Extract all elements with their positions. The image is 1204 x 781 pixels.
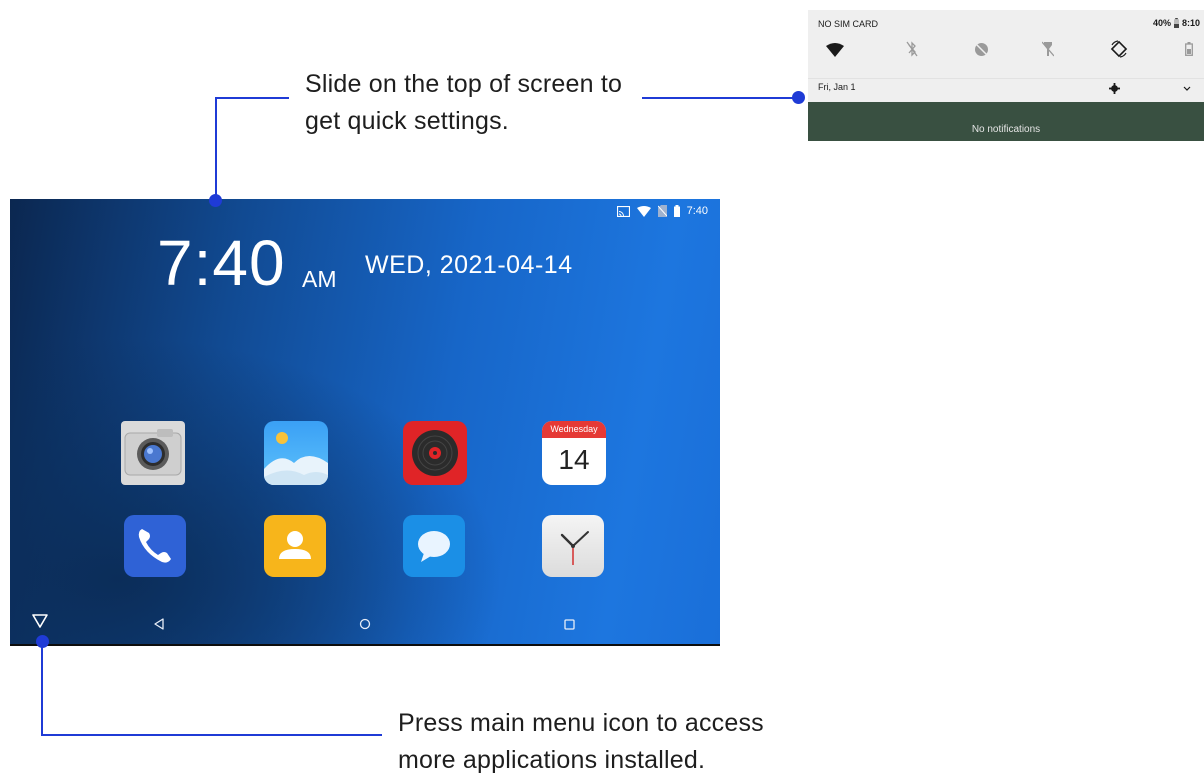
app-drawer-icon[interactable] [32, 614, 48, 633]
connector-dot-right [792, 91, 805, 104]
carrier-label: NO SIM CARD [818, 19, 879, 29]
tablet-home-screen: 7:40 7:40 AM WED, 2021-04-14 Wednesday 1… [10, 199, 720, 646]
qs-date: Fri, Jan 1 [818, 82, 856, 92]
notification-area: No notifications [808, 102, 1204, 141]
bluetooth-off-icon[interactable] [906, 41, 918, 57]
qs-date-bar: Fri, Jan 1 [808, 78, 1204, 103]
clock-time: 7:40 [157, 227, 286, 299]
connector-bottom-vertical [41, 643, 43, 736]
camera-app-icon[interactable] [121, 421, 185, 485]
connector-top-vertical [215, 97, 217, 201]
home-icon[interactable] [359, 617, 371, 635]
top-callout-line2: get quick settings. [305, 107, 509, 135]
wifi-icon [636, 205, 651, 217]
contacts-app-icon[interactable] [264, 515, 326, 577]
clock-ampm: AM [302, 266, 337, 292]
top-callout-line1: Slide on the top of screen to [305, 70, 623, 98]
gallery-app-icon[interactable] [264, 421, 328, 485]
battery-icon [1173, 18, 1179, 28]
cast-icon [616, 205, 630, 217]
back-icon[interactable] [154, 617, 164, 635]
status-time: 7:40 [686, 205, 708, 217]
connector-top-horizontal [215, 97, 289, 99]
battery-percent: 40% [1152, 18, 1171, 28]
settings-gear-icon[interactable] [1109, 83, 1120, 94]
music-app-icon[interactable] [403, 421, 467, 485]
messages-app-icon[interactable] [403, 515, 465, 577]
clock-app-icon[interactable] [542, 515, 604, 577]
auto-rotate-icon[interactable] [1110, 40, 1128, 58]
bottom-callout: Press main menu icon to access more appl… [398, 705, 764, 779]
calendar-weekday: Wednesday [542, 421, 606, 438]
phone-app-icon[interactable] [124, 515, 186, 577]
quick-settings-tiles [818, 40, 1202, 62]
wifi-icon[interactable] [826, 43, 844, 57]
no-sim-icon [657, 205, 667, 217]
expand-chevron-icon[interactable] [1183, 86, 1191, 92]
recents-icon[interactable] [564, 617, 575, 635]
status-bar: 7:40 [616, 203, 708, 219]
connector-dot-bottom [36, 635, 49, 648]
qs-time: 8:10 [1181, 18, 1200, 28]
clock-date: WED, 2021-04-14 [365, 251, 573, 279]
battery-icon [673, 205, 680, 217]
dnd-icon[interactable] [974, 42, 989, 57]
calendar-day: 14 [558, 444, 590, 475]
connector-dot-top [209, 194, 222, 207]
quick-settings-panel: NO SIM CARD 40% 8:10 Fri, Jan 1 No notif… [808, 10, 1204, 141]
connector-right-horizontal [642, 97, 798, 99]
battery-saver-icon[interactable] [1185, 42, 1193, 56]
connector-bottom-horizontal [41, 734, 382, 736]
top-callout: Slide on the top of screen to get quick … [305, 66, 622, 140]
tablet-bottom-edge [10, 644, 720, 646]
bottom-callout-line2: more applications installed. [398, 746, 706, 774]
no-notifications-label: No notifications [971, 124, 1041, 135]
flashlight-off-icon[interactable] [1042, 41, 1054, 57]
calendar-app-icon[interactable]: Wednesday 14 [542, 421, 606, 485]
qs-status: 40% 8:10 [1153, 18, 1200, 28]
bottom-callout-line1: Press main menu icon to access [398, 709, 764, 737]
